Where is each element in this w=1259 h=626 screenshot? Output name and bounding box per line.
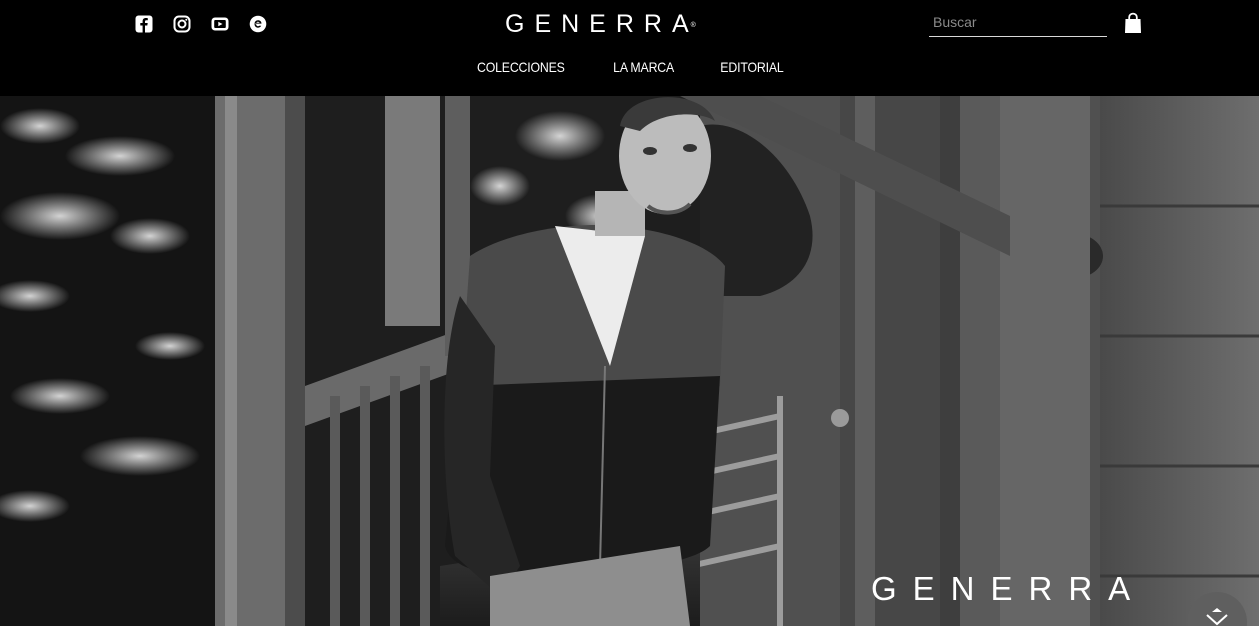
facebook-icon [135, 15, 153, 33]
main-nav: COLECCIONES LA MARCA EDITORIAL [0, 58, 1259, 76]
nav-editorial[interactable]: EDITORIAL [704, 58, 801, 76]
facebook-link[interactable] [134, 14, 154, 34]
social-links [134, 14, 268, 34]
search-input[interactable] [929, 10, 1107, 34]
brand-logo-text: GENERRA [505, 10, 699, 38]
page: GENERRA® COLECCIONES LA MARCA EDITORIAL [0, 0, 1259, 626]
instagram-icon [173, 15, 191, 33]
nav-colecciones[interactable]: COLECCIONES [460, 58, 581, 76]
site-header: GENERRA® COLECCIONES LA MARCA EDITORIAL [0, 0, 1259, 96]
nav-la-marca[interactable]: LA MARCA [596, 58, 690, 76]
hero-photo [0, 96, 1259, 626]
registered-mark: ® [690, 22, 696, 29]
hero-brand-overlay: GENERRA [871, 570, 1147, 607]
hero-banner [0, 96, 1259, 626]
youtube-link[interactable] [210, 14, 230, 34]
youtube-icon [211, 17, 229, 31]
instagram-link[interactable] [172, 14, 192, 34]
blogger-icon [249, 15, 267, 33]
search-box [929, 10, 1107, 37]
chevron-down-icon [1206, 608, 1228, 626]
shopping-bag-icon [1125, 12, 1141, 33]
blog-link[interactable] [248, 14, 268, 34]
brand-logo[interactable]: GENERRA® [505, 10, 737, 38]
cart-button[interactable] [1124, 12, 1142, 34]
